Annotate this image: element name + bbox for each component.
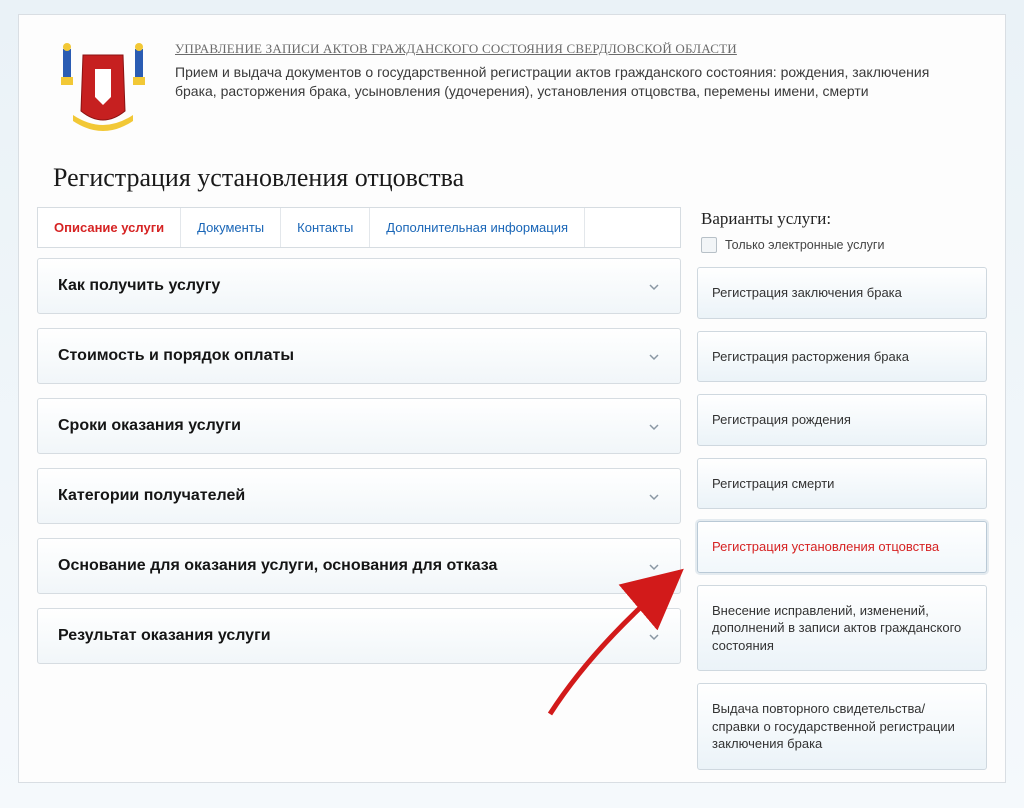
chevron-down-icon: [648, 560, 660, 572]
accordion-item-basis[interactable]: Основание для оказания услуги, основания…: [37, 538, 681, 594]
accordion-item-categories[interactable]: Категории получателей: [37, 468, 681, 524]
accordion-label: Категории получателей: [58, 487, 245, 505]
variant-birth-registration[interactable]: Регистрация рождения: [697, 394, 987, 446]
accordion-item-cost[interactable]: Стоимость и порядок оплаты: [37, 328, 681, 384]
tab-additional-info[interactable]: Дополнительная информация: [370, 208, 585, 247]
coat-of-arms-icon: [53, 41, 153, 133]
accordion-label: Сроки оказания услуги: [58, 417, 241, 435]
tab-documents[interactable]: Документы: [181, 208, 281, 247]
variant-divorce-registration[interactable]: Регистрация расторжения брака: [697, 331, 987, 383]
variant-paternity-registration[interactable]: Регистрация установления отцовства: [697, 521, 987, 573]
variant-corrections[interactable]: Внесение исправлений, изменений, дополне…: [697, 585, 987, 672]
sidebar-title: Варианты услуги:: [697, 207, 987, 237]
electronic-only-filter[interactable]: Только электронные услуги: [697, 237, 987, 267]
org-description: Прием и выдача документов о государствен…: [175, 63, 951, 101]
page-header: УПРАВЛЕНИЕ ЗАПИСИ АКТОВ ГРАЖДАНСКОГО СОС…: [19, 15, 1005, 141]
accordion: Как получить услугу Стоимость и порядок …: [37, 258, 681, 664]
chevron-down-icon: [648, 420, 660, 432]
accordion-label: Результат оказания услуги: [58, 627, 271, 645]
filter-label: Только электронные услуги: [725, 238, 884, 252]
org-title-link[interactable]: УПРАВЛЕНИЕ ЗАПИСИ АКТОВ ГРАЖДАНСКОГО СОС…: [175, 41, 951, 57]
checkbox-icon[interactable]: [701, 237, 717, 253]
chevron-down-icon: [648, 280, 660, 292]
accordion-item-how-to-get[interactable]: Как получить услугу: [37, 258, 681, 314]
chevron-down-icon: [648, 350, 660, 362]
variant-death-registration[interactable]: Регистрация смерти: [697, 458, 987, 510]
tab-bar: Описание услуги Документы Контакты Допол…: [37, 207, 681, 248]
page-title: Регистрация установления отцовства: [19, 141, 1005, 207]
tab-description[interactable]: Описание услуги: [38, 208, 181, 247]
variant-marriage-registration[interactable]: Регистрация заключения брака: [697, 267, 987, 319]
chevron-down-icon: [648, 490, 660, 502]
variant-duplicate-certificate[interactable]: Выдача повторного свидетельства/справки …: [697, 683, 987, 770]
sidebar: Варианты услуги: Только электронные услу…: [697, 207, 987, 782]
accordion-label: Стоимость и порядок оплаты: [58, 347, 294, 365]
accordion-label: Как получить услугу: [58, 277, 220, 295]
main-column: Описание услуги Документы Контакты Допол…: [37, 207, 681, 782]
accordion-item-result[interactable]: Результат оказания услуги: [37, 608, 681, 664]
accordion-item-timeframe[interactable]: Сроки оказания услуги: [37, 398, 681, 454]
chevron-down-icon: [648, 630, 660, 642]
accordion-label: Основание для оказания услуги, основания…: [58, 557, 497, 575]
tab-contacts[interactable]: Контакты: [281, 208, 370, 247]
